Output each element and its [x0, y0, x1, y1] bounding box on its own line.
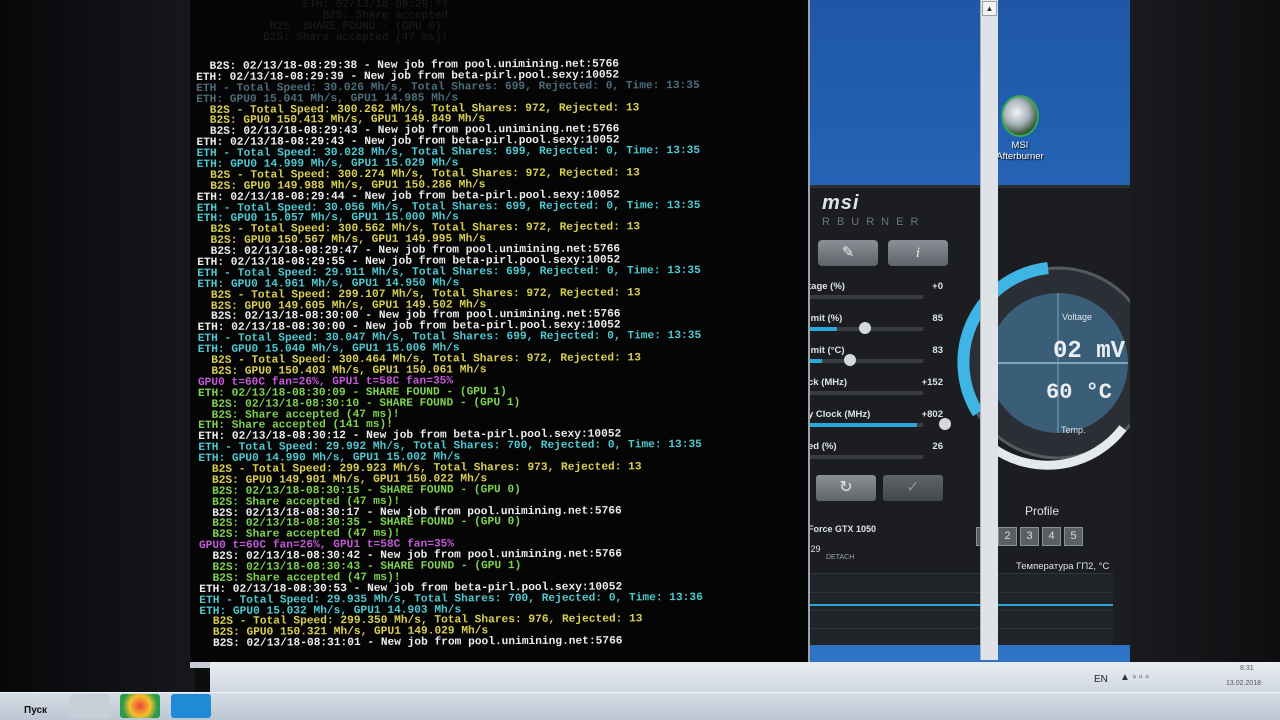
slider-fill: [808, 423, 917, 427]
kombustor-icon: ✎: [841, 244, 855, 261]
slider-fill: [808, 359, 822, 363]
profile-button[interactable]: 3: [1020, 527, 1039, 546]
profile-button[interactable]: 4: [1042, 527, 1061, 546]
start-label: Пуск: [24, 705, 48, 716]
gauge-temp-label: Temp.: [1061, 425, 1086, 435]
console-ghost-text: ETH: 02/13/18-08:29:?? B2S: Share accept…: [250, 0, 448, 44]
info-button[interactable]: i: [888, 240, 948, 266]
slider-track[interactable]: [808, 354, 923, 366]
slider-label: ed (%): [808, 441, 837, 452]
gauge-temp-readout: 60 °C: [1046, 380, 1113, 405]
slider-row: imit (°C) 83: [808, 345, 943, 375]
language-indicator[interactable]: EN: [1094, 674, 1108, 685]
taskbar-apps: [70, 694, 217, 720]
console-scrollbar[interactable]: ▲: [980, 0, 998, 660]
slider-row: tage (%) +0: [808, 281, 943, 311]
taskbar-teamviewer-icon[interactable]: [170, 694, 211, 718]
slider-value: 83: [932, 345, 943, 356]
monitor-graph: [808, 573, 1113, 645]
console-line: B2S: 02/13/18-08:31:01 - New job from po…: [199, 635, 623, 651]
apply-button[interactable]: ✓: [883, 475, 943, 501]
gauge-voltage-label: Voltage: [1062, 312, 1093, 322]
slider-label: y Clock (MHz): [808, 409, 871, 420]
clock-time[interactable]: 8:31: [1240, 665, 1254, 672]
afterburner-logo: msi: [822, 192, 860, 214]
profile-label: Profile: [1025, 504, 1060, 518]
miner-console-window[interactable]: ETH: 02/13/18-08:29:?? B2S: Share accept…: [190, 0, 998, 668]
slider-value: +0: [932, 281, 943, 292]
screen: MSI Afterburner msi RBURNER ✎ i tage (%)…: [0, 0, 1280, 720]
slider-label: imit (%): [808, 313, 843, 324]
slider-row: imit (%) 85: [808, 313, 943, 343]
slider-knob[interactable]: [859, 322, 871, 334]
profile-button[interactable]: 2: [998, 527, 1017, 546]
slider-track[interactable]: [808, 322, 923, 334]
profile-button[interactable]: 5: [1064, 527, 1083, 546]
monitor-bezel-right: [1130, 0, 1280, 665]
gpu-name: Force GTX 1050: [808, 524, 877, 534]
desktop-shortcut-label-1: MSI: [1011, 140, 1029, 151]
monitor-graph-label: Температура ГП2, °C: [1016, 561, 1110, 572]
slider-value: +802: [921, 409, 943, 420]
afterburner-subtitle: RBURNER: [822, 216, 926, 228]
slider-track[interactable]: [808, 391, 923, 395]
slider-row: ed (%) 26: [808, 441, 943, 471]
slider-track[interactable]: [808, 455, 923, 459]
slider-value: 85: [932, 313, 943, 324]
slider-label: ck (MHz): [808, 377, 848, 388]
kombustor-button[interactable]: ✎: [818, 240, 878, 266]
slider-fill: [808, 327, 837, 331]
afterburner-window: msi RBURNER ✎ i tage (%) +0 imit (%) 85 imit…: [808, 185, 1130, 645]
detach-button[interactable]: DETACH: [826, 554, 854, 561]
desktop-shortcut-afterburner[interactable]: MSI Afterburner: [990, 95, 1050, 162]
slider-row: ck (MHz) +152: [808, 377, 943, 407]
slider-track[interactable]: [808, 418, 951, 430]
reset-button[interactable]: ↻: [816, 475, 876, 501]
slider-value: +152: [921, 377, 943, 388]
slider-knob[interactable]: [844, 354, 856, 366]
clock-date[interactable]: 13.02.2018: [1226, 680, 1261, 687]
slider-label: imit (°C): [808, 345, 845, 356]
gauge-voltage-readout: 02 mV: [1053, 338, 1126, 365]
console-output: B2S: 02/13/18-08:29:38 - New job from po…: [196, 58, 790, 650]
temperature-curve: [808, 604, 1113, 606]
slider-label: tage (%): [808, 281, 845, 292]
afterburner-app-icon: [1001, 95, 1039, 137]
slider-value: 26: [932, 441, 943, 452]
reset-icon: ↻: [839, 479, 853, 496]
desktop-shortcut-label-2: Afterburner: [996, 151, 1044, 162]
taskbar-chrome-icon[interactable]: [120, 694, 161, 718]
tray-icons[interactable]: ▲ ▫ ▫ ▫: [1120, 672, 1149, 683]
slider-row: y Clock (MHz) +802: [808, 409, 951, 439]
scroll-up-icon[interactable]: ▲: [982, 1, 997, 16]
slider-track[interactable]: [808, 295, 923, 299]
console-ghost-line: B2S: Share accepted (47 ms)!: [250, 32, 449, 44]
check-icon: ✓: [906, 479, 920, 496]
monitor-bezel-left: [0, 0, 195, 720]
taskbar-explorer-icon[interactable]: [70, 694, 110, 718]
